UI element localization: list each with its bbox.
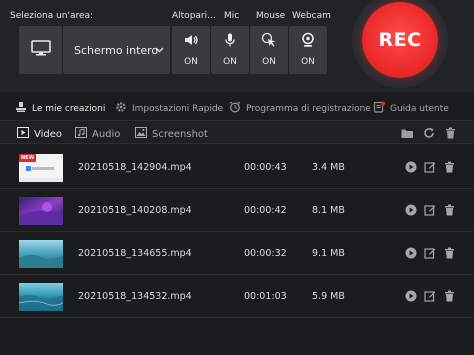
delete-button[interactable] bbox=[442, 289, 456, 303]
my-creations-link[interactable]: Le mie creazioni bbox=[15, 101, 105, 116]
video-icon bbox=[17, 127, 29, 141]
refresh-button[interactable] bbox=[422, 126, 436, 140]
folder-icon bbox=[401, 124, 414, 143]
delete-all-button[interactable] bbox=[443, 126, 457, 140]
file-duration: 00:01:03 bbox=[244, 291, 287, 302]
chevron-down-icon bbox=[155, 44, 164, 57]
play-button[interactable] bbox=[404, 246, 418, 260]
list-item[interactable]: 20210518_140208.mp4 00:00:42 8.1 MB bbox=[0, 190, 474, 232]
quick-links-bar: Le mie creazioni Impostazioni Rapide Pro… bbox=[0, 92, 474, 120]
play-button[interactable] bbox=[404, 160, 418, 174]
recording-schedule-link[interactable]: Programma di registrazione bbox=[229, 101, 371, 116]
speaker-toggle[interactable]: ON bbox=[172, 26, 210, 74]
delete-button[interactable] bbox=[442, 160, 456, 174]
tab-screenshot[interactable]: Screenshot bbox=[135, 127, 208, 141]
file-duration: 00:00:43 bbox=[244, 162, 287, 173]
file-size: 3.4 MB bbox=[312, 162, 345, 173]
recording-control-panel: Seleziona un'area: Schermo intero Altopa… bbox=[0, 0, 474, 92]
area-select-value: Schermo intero bbox=[74, 43, 159, 57]
quick-settings-link[interactable]: Impostazioni Rapide bbox=[115, 101, 223, 116]
list-item[interactable]: 20210518_134655.mp4 00:00:32 9.1 MB bbox=[0, 233, 474, 275]
video-thumbnail bbox=[19, 197, 63, 225]
edit-button[interactable] bbox=[423, 160, 437, 174]
webcam-icon bbox=[289, 32, 327, 48]
play-button[interactable] bbox=[404, 203, 418, 217]
file-size: 9.1 MB bbox=[312, 248, 345, 259]
mouse-label: Mouse bbox=[256, 11, 286, 21]
video-thumbnail: NEW bbox=[19, 154, 63, 182]
guide-icon bbox=[373, 101, 385, 116]
webcam-label: Webcam bbox=[292, 11, 331, 21]
open-folder-button[interactable] bbox=[400, 126, 414, 140]
recordings-list: NEW 20210518_142904.mp4 00:00:43 3.4 MB … bbox=[0, 145, 474, 355]
image-icon bbox=[135, 127, 147, 141]
file-duration: 00:00:32 bbox=[244, 248, 287, 259]
webcam-toggle[interactable]: ON bbox=[289, 26, 327, 74]
mic-state: ON bbox=[223, 57, 237, 67]
rec-button[interactable]: REC bbox=[362, 2, 438, 78]
my-creations-label: Le mie creazioni bbox=[32, 103, 106, 114]
user-guide-label: Guida utente bbox=[390, 103, 449, 114]
area-select[interactable]: Schermo intero bbox=[63, 26, 170, 74]
file-name: 20210518_142904.mp4 bbox=[78, 162, 192, 173]
fullscreen-monitor-button[interactable] bbox=[19, 26, 62, 74]
mic-label: Mic bbox=[224, 11, 240, 21]
mouse-state: ON bbox=[262, 57, 276, 67]
music-icon bbox=[75, 127, 87, 141]
tab-video[interactable]: Video bbox=[17, 127, 62, 141]
microphone-icon bbox=[211, 32, 249, 48]
rec-area: REC bbox=[350, 0, 450, 92]
file-duration: 00:00:42 bbox=[244, 205, 287, 216]
mouse-pointer-icon bbox=[250, 32, 288, 48]
video-thumbnail bbox=[19, 283, 63, 311]
file-size: 8.1 MB bbox=[312, 205, 345, 216]
creations-icon bbox=[15, 101, 27, 116]
quick-settings-label: Impostazioni Rapide bbox=[132, 103, 224, 114]
area-label: Seleziona un'area: bbox=[10, 11, 94, 21]
file-name: 20210518_134532.mp4 bbox=[78, 291, 192, 302]
recording-schedule-label: Programma di registrazione bbox=[246, 103, 371, 114]
edit-button[interactable] bbox=[423, 246, 437, 260]
speaker-state: ON bbox=[184, 57, 198, 67]
edit-button[interactable] bbox=[423, 203, 437, 217]
delete-button[interactable] bbox=[442, 246, 456, 260]
mouse-toggle[interactable]: ON bbox=[250, 26, 288, 74]
file-name: 20210518_140208.mp4 bbox=[78, 205, 192, 216]
video-thumbnail bbox=[19, 240, 63, 268]
trash-icon bbox=[445, 124, 456, 143]
monitor-icon bbox=[30, 40, 51, 60]
webcam-state: ON bbox=[301, 57, 315, 67]
file-size: 5.9 MB bbox=[312, 291, 345, 302]
refresh-icon bbox=[423, 124, 435, 143]
speaker-label: Altopari... bbox=[172, 11, 216, 21]
delete-button[interactable] bbox=[442, 203, 456, 217]
user-guide-link[interactable]: Guida utente bbox=[373, 101, 449, 116]
speaker-icon bbox=[172, 32, 210, 48]
alarm-clock-icon bbox=[229, 101, 241, 116]
media-tabs-bar: Video Audio Screenshot bbox=[0, 120, 474, 144]
edit-button[interactable] bbox=[423, 289, 437, 303]
list-item[interactable]: 20210518_134532.mp4 00:01:03 5.9 MB bbox=[0, 276, 474, 318]
tab-audio-label: Audio bbox=[92, 128, 121, 140]
tab-screenshot-label: Screenshot bbox=[152, 128, 208, 140]
play-button[interactable] bbox=[404, 289, 418, 303]
new-badge: NEW bbox=[19, 154, 37, 162]
tab-video-label: Video bbox=[34, 128, 63, 140]
gear-icon bbox=[115, 101, 127, 116]
file-name: 20210518_134655.mp4 bbox=[78, 248, 192, 259]
list-item[interactable]: NEW 20210518_142904.mp4 00:00:43 3.4 MB bbox=[0, 147, 474, 189]
mic-toggle[interactable]: ON bbox=[211, 26, 249, 74]
tab-audio[interactable]: Audio bbox=[75, 127, 120, 141]
